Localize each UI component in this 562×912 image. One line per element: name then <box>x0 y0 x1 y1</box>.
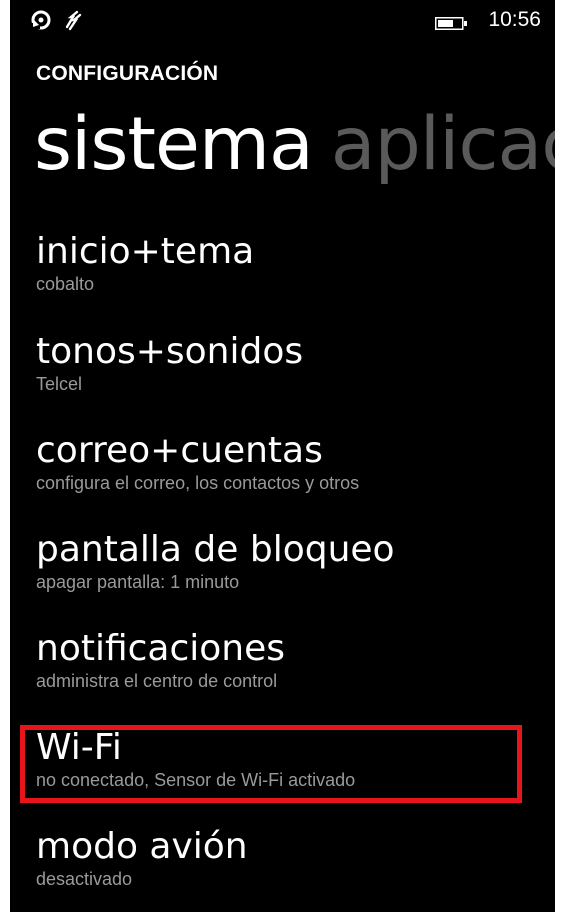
setting-wifi[interactable]: Wi-Fi no conectado, Sensor de Wi-Fi acti… <box>36 728 536 791</box>
setting-subtitle: Telcel <box>36 373 83 394</box>
pivot-tab-sistema[interactable]: sistema <box>34 102 314 187</box>
setting-modo-avion[interactable]: modo avión desactivado <box>36 827 536 890</box>
setting-pantalla-bloqueo[interactable]: pantalla de bloqueo apagar pantalla: 1 m… <box>36 530 536 593</box>
clock-time: 10:56 <box>488 8 541 31</box>
setting-notificaciones[interactable]: notificaciones administra el centro de c… <box>36 629 536 692</box>
setting-title: Wi-Fi <box>36 727 122 768</box>
data-sense-icon <box>62 9 84 31</box>
setting-subtitle: no conectado, Sensor de Wi-Fi activado <box>36 769 356 790</box>
setting-tonos-sonidos[interactable]: tonos+sonidos Telcel <box>36 332 536 395</box>
setting-title: inicio+tema <box>36 231 255 272</box>
setting-correo-cuentas[interactable]: correo+cuentas configura el correo, los … <box>36 431 536 494</box>
setting-subtitle: configura el correo, los contactos y otr… <box>36 472 360 493</box>
battery-icon <box>435 15 467 30</box>
setting-title: pantalla de bloqueo <box>36 529 395 570</box>
app-title: CONFIGURACIÓN <box>36 62 219 85</box>
setting-title: tonos+sonidos <box>36 331 304 372</box>
setting-subtitle: apagar pantalla: 1 minuto <box>36 571 240 592</box>
setting-title: notificaciones <box>36 628 286 669</box>
setting-subtitle: cobalto <box>36 273 95 294</box>
setting-title: correo+cuentas <box>36 430 323 471</box>
phone-screen: 10:56 CONFIGURACIÓN sistemaaplicac inici… <box>10 0 555 912</box>
setting-inicio-tema[interactable]: inicio+tema cobalto <box>36 232 536 295</box>
setting-subtitle: administra el centro de control <box>36 670 278 691</box>
setting-title: modo avión <box>36 826 248 867</box>
pivot-tab-aplicaciones[interactable]: aplicac <box>331 102 555 187</box>
pivot-header: sistemaaplicac <box>34 108 555 181</box>
status-bar: 10:56 <box>10 0 555 46</box>
setting-subtitle: desactivado <box>36 868 133 889</box>
sync-icon <box>30 9 52 31</box>
